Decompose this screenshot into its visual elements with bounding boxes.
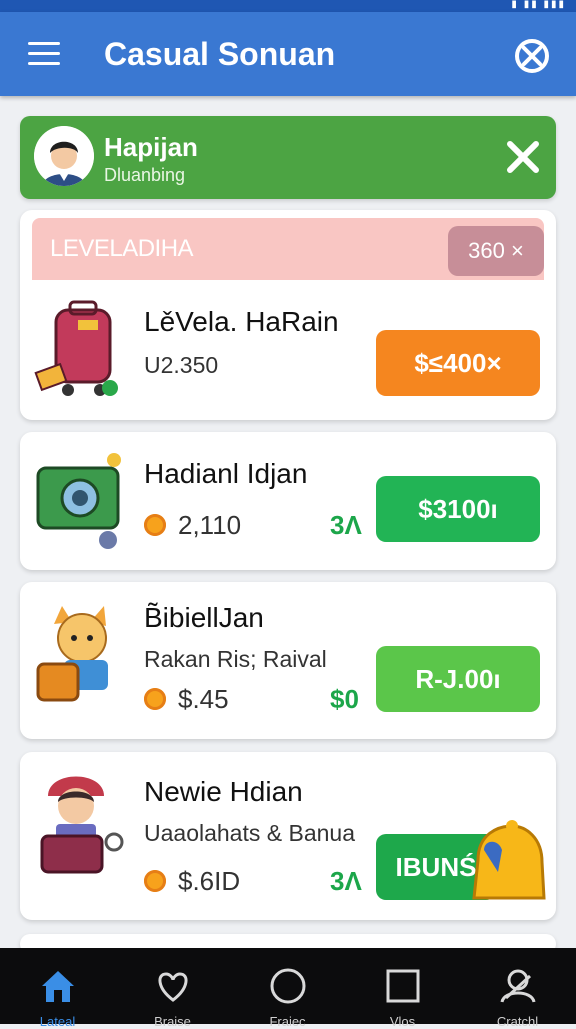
- item-value: 3Λ: [330, 866, 362, 896]
- coin-icon: [144, 688, 166, 711]
- buy-button[interactable]: $≤400×: [376, 330, 540, 396]
- nav-item-braise[interactable]: Braise: [115, 948, 230, 1029]
- square-icon: [386, 969, 420, 1003]
- traveler-icon: [40, 776, 124, 874]
- coin-icon: [144, 514, 166, 537]
- buy-button[interactable]: $3100ı: [376, 476, 540, 542]
- user-banner: Hapijan Dluanbing: [20, 116, 556, 199]
- app-title: Casual Sonuan: [104, 36, 336, 72]
- home-icon: [42, 971, 74, 1002]
- item-price: 2,110: [144, 510, 241, 541]
- coin-icon: [144, 870, 166, 893]
- buy-button[interactable]: R-J.00ı: [376, 646, 540, 712]
- heart-icon: [158, 972, 188, 1002]
- nav-item-vlos[interactable]: Vlos: [345, 948, 460, 1029]
- profile-icon: [500, 969, 536, 1003]
- item-title: LěVela. HaRain: [144, 306, 339, 337]
- camera-bag-icon: [36, 453, 121, 549]
- item-value: 3Λ: [330, 510, 362, 540]
- level-label: LEVELADIHA: [50, 235, 194, 262]
- item-title: Hadianl Idjan: [144, 458, 308, 489]
- user-name: Hapijan: [104, 132, 198, 162]
- app-bar: Casual Sonuan: [0, 12, 576, 96]
- item-card-3[interactable]: B̃ibiellJan Rakan Ris; Raival $.45 $0 R-…: [20, 582, 556, 739]
- item-title: Newie Hdian: [144, 776, 303, 807]
- item-subtitle: Rakan Ris; Raival: [144, 646, 327, 672]
- menu-icon[interactable]: [28, 42, 60, 68]
- item-subtitle: U2.350: [144, 352, 219, 378]
- item-price: $.45: [144, 684, 229, 715]
- status-bar: ▮ ▮▮ ▮▮▮: [0, 0, 576, 12]
- luggage-icon: [34, 300, 118, 396]
- settings-icon[interactable]: [512, 36, 552, 76]
- cat-backpack-icon: [36, 606, 108, 702]
- nav-item-cratchl[interactable]: Cratchl: [460, 948, 575, 1029]
- item-card-4[interactable]: Newie Hdian Uaaolahats & Banua $.6ID 3Λ …: [20, 752, 556, 920]
- bottom-nav: Lateal Braise Fraiec Vlos Cratchl: [0, 948, 576, 1029]
- status-icons: ▮ ▮▮ ▮▮▮: [511, 0, 566, 10]
- level-bar: LEVELADIHA 360 ×: [32, 218, 544, 280]
- nav-item-fraiec[interactable]: Fraiec: [230, 948, 345, 1029]
- item-card-2[interactable]: Hadianl Idjan 2,110 3Λ $3100ı: [20, 432, 556, 570]
- nav-item-home[interactable]: Lateal: [0, 948, 115, 1029]
- item-subtitle: Uaaolahats & Banua: [144, 820, 355, 846]
- level-badge[interactable]: 360 ×: [448, 226, 544, 276]
- item-price: $.6ID: [144, 866, 240, 897]
- item-card-1[interactable]: LEVELADIHA 360 × LěVela. HaRain U2.350 $…: [20, 210, 556, 420]
- item-title: B̃ibiellJan: [144, 602, 264, 633]
- avatar[interactable]: [34, 126, 94, 186]
- circle-icon: [270, 968, 306, 1004]
- bell-icon[interactable]: [468, 820, 548, 908]
- user-subtitle: Dluanbing: [104, 165, 186, 185]
- item-value: $0: [330, 684, 359, 714]
- close-icon[interactable]: [502, 136, 544, 178]
